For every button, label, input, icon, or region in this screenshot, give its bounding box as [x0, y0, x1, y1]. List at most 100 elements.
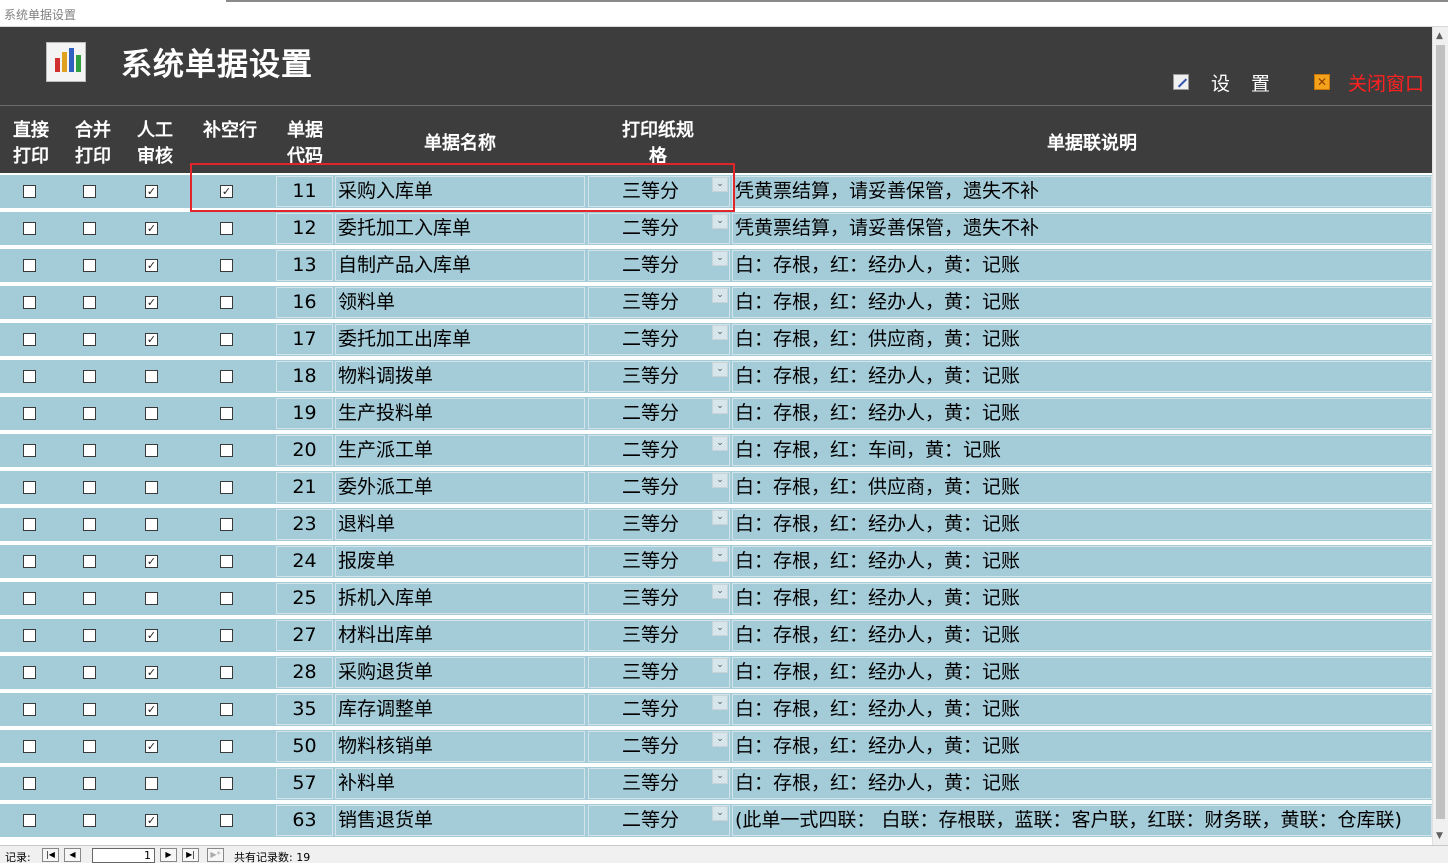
doc-copies-note[interactable]: 白：存根，红：经办人，黄：记账	[732, 583, 1432, 614]
table-row[interactable]: ✓ 50 物料核销单 二等分 ⌄ 白：存根，红：经办人，黄：记账	[0, 728, 1432, 765]
settings-button[interactable]: 设置	[1173, 70, 1291, 95]
doc-code[interactable]: 63	[276, 805, 333, 836]
checkbox-merge-print[interactable]	[83, 518, 96, 531]
checkbox-merge-print[interactable]	[83, 259, 96, 272]
checkbox-fill-blank[interactable]	[220, 740, 233, 753]
doc-copies-note[interactable]: 白：存根，红：供应商，黄：记账	[732, 324, 1432, 355]
checkbox-fill-blank[interactable]	[220, 555, 233, 568]
checkbox-direct-print[interactable]	[23, 740, 36, 753]
doc-copies-note[interactable]: 凭黄票结算，请妥善保管，遗失不补	[732, 176, 1432, 207]
checkbox-manual-review[interactable]: ✓	[145, 814, 158, 827]
chevron-down-icon[interactable]: ⌄	[712, 399, 728, 414]
checkbox-fill-blank[interactable]	[220, 222, 233, 235]
checkbox-fill-blank[interactable]	[220, 703, 233, 716]
doc-name[interactable]: 委外派工单	[335, 472, 585, 503]
checkbox-direct-print[interactable]	[23, 259, 36, 272]
doc-code[interactable]: 19	[276, 398, 333, 429]
checkbox-direct-print[interactable]	[23, 333, 36, 346]
doc-copies-note[interactable]: (此单一式四联： 白联：存根联，蓝联：客户联，红联：财务联，黄联：仓库联)	[732, 805, 1432, 836]
checkbox-fill-blank[interactable]: ✓	[220, 185, 233, 198]
checkbox-direct-print[interactable]	[23, 629, 36, 642]
paper-size-select[interactable]: 二等分	[588, 435, 730, 466]
table-row[interactable]: 18 物料调拨单 三等分 ⌄ 白：存根，红：经办人，黄：记账	[0, 358, 1432, 395]
checkbox-manual-review[interactable]	[145, 370, 158, 383]
table-row[interactable]: ✓ 12 委托加工入库单 二等分 ⌄ 凭黄票结算，请妥善保管，遗失不补	[0, 210, 1432, 247]
checkbox-direct-print[interactable]	[23, 296, 36, 309]
doc-code[interactable]: 20	[276, 435, 333, 466]
table-row[interactable]: ✓ 24 报废单 三等分 ⌄ 白：存根，红：经办人，黄：记账	[0, 543, 1432, 580]
paper-size-select[interactable]: 三等分	[588, 176, 730, 207]
doc-copies-note[interactable]: 白：存根，红：车间，黄：记账	[732, 435, 1432, 466]
paper-size-select[interactable]: 二等分	[588, 805, 730, 836]
paper-size-select[interactable]: 二等分	[588, 398, 730, 429]
paper-size-select[interactable]: 二等分	[588, 731, 730, 762]
chevron-down-icon[interactable]: ⌄	[712, 251, 728, 266]
checkbox-fill-blank[interactable]	[220, 296, 233, 309]
doc-code[interactable]: 11	[276, 176, 333, 207]
scroll-thumb[interactable]	[1436, 45, 1445, 819]
table-row[interactable]: ✓ ✓ 11 采购入库单 三等分 ⌄ 凭黄票结算，请妥善保管，遗失不补	[0, 173, 1432, 210]
chevron-down-icon[interactable]: ⌄	[712, 362, 728, 377]
table-row[interactable]: 57 补料单 三等分 ⌄ 白：存根，红：经办人，黄：记账	[0, 765, 1432, 802]
checkbox-manual-review[interactable]	[145, 444, 158, 457]
checkbox-fill-blank[interactable]	[220, 518, 233, 531]
doc-code[interactable]: 13	[276, 250, 333, 281]
chevron-down-icon[interactable]: ⌄	[712, 325, 728, 340]
checkbox-merge-print[interactable]	[83, 592, 96, 605]
checkbox-fill-blank[interactable]	[220, 444, 233, 457]
doc-code[interactable]: 50	[276, 731, 333, 762]
doc-name[interactable]: 拆机入库单	[335, 583, 585, 614]
checkbox-merge-print[interactable]	[83, 555, 96, 568]
checkbox-merge-print[interactable]	[83, 666, 96, 679]
doc-code[interactable]: 16	[276, 287, 333, 318]
doc-name[interactable]: 委托加工入库单	[335, 213, 585, 244]
last-record-icon[interactable]: ▶|	[182, 848, 199, 862]
doc-name[interactable]: 物料核销单	[335, 731, 585, 762]
checkbox-manual-review[interactable]: ✓	[145, 333, 158, 346]
new-record-icon[interactable]: ▶*	[207, 848, 224, 862]
checkbox-manual-review[interactable]: ✓	[145, 629, 158, 642]
paper-size-select[interactable]: 二等分	[588, 472, 730, 503]
chevron-down-icon[interactable]: ⌄	[712, 510, 728, 525]
scroll-up-icon[interactable]: ▲	[1436, 31, 1443, 41]
chevron-down-icon[interactable]: ⌄	[712, 732, 728, 747]
doc-copies-note[interactable]: 白：存根，红：经办人，黄：记账	[732, 731, 1432, 762]
checkbox-manual-review[interactable]	[145, 592, 158, 605]
checkbox-merge-print[interactable]	[83, 370, 96, 383]
checkbox-direct-print[interactable]	[23, 407, 36, 420]
doc-name[interactable]: 销售退货单	[335, 805, 585, 836]
doc-name[interactable]: 物料调拨单	[335, 361, 585, 392]
checkbox-merge-print[interactable]	[83, 296, 96, 309]
checkbox-fill-blank[interactable]	[220, 481, 233, 494]
checkbox-fill-blank[interactable]	[220, 333, 233, 346]
paper-size-select[interactable]: 三等分	[588, 509, 730, 540]
doc-name[interactable]: 报废单	[335, 546, 585, 577]
doc-name[interactable]: 委托加工出库单	[335, 324, 585, 355]
checkbox-manual-review[interactable]: ✓	[145, 222, 158, 235]
checkbox-fill-blank[interactable]	[220, 592, 233, 605]
record-number-input[interactable]: 1	[92, 848, 155, 863]
checkbox-direct-print[interactable]	[23, 185, 36, 198]
chevron-down-icon[interactable]: ⌄	[712, 621, 728, 636]
checkbox-manual-review[interactable]: ✓	[145, 666, 158, 679]
table-row[interactable]: ✓ 27 材料出库单 三等分 ⌄ 白：存根，红：经办人，黄：记账	[0, 617, 1432, 654]
paper-size-select[interactable]: 三等分	[588, 546, 730, 577]
doc-name[interactable]: 领料单	[335, 287, 585, 318]
checkbox-fill-blank[interactable]	[220, 407, 233, 420]
checkbox-fill-blank[interactable]	[220, 814, 233, 827]
checkbox-direct-print[interactable]	[23, 592, 36, 605]
table-row[interactable]: 21 委外派工单 二等分 ⌄ 白：存根，红：供应商，黄：记账	[0, 469, 1432, 506]
paper-size-select[interactable]: 二等分	[588, 694, 730, 725]
table-row[interactable]: 19 生产投料单 二等分 ⌄ 白：存根，红：经办人，黄：记账	[0, 395, 1432, 432]
chevron-down-icon[interactable]: ⌄	[712, 695, 728, 710]
checkbox-fill-blank[interactable]	[220, 777, 233, 790]
chevron-down-icon[interactable]: ⌄	[712, 547, 728, 562]
doc-name[interactable]: 生产派工单	[335, 435, 585, 466]
doc-name[interactable]: 库存调整单	[335, 694, 585, 725]
checkbox-fill-blank[interactable]	[220, 259, 233, 272]
doc-code[interactable]: 21	[276, 472, 333, 503]
chevron-down-icon[interactable]: ⌄	[712, 436, 728, 451]
doc-copies-note[interactable]: 白：存根，红：经办人，黄：记账	[732, 694, 1432, 725]
table-row[interactable]: ✓ 28 采购退货单 三等分 ⌄ 白：存根，红：经办人，黄：记账	[0, 654, 1432, 691]
paper-size-select[interactable]: 三等分	[588, 768, 730, 799]
